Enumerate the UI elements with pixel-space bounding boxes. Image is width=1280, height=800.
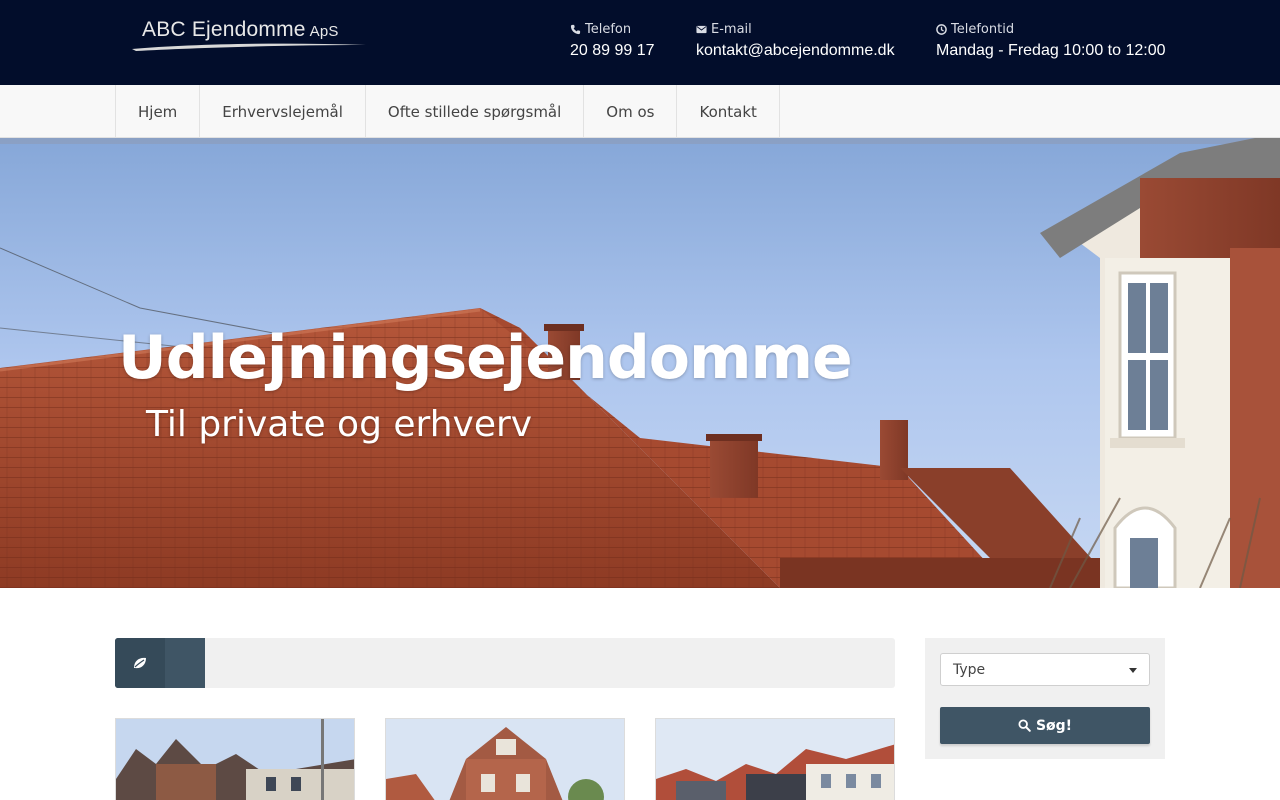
hero-title: Udlejningsejendomme	[118, 323, 853, 393]
property-image	[656, 719, 894, 800]
type-select-value: Type	[953, 661, 986, 678]
nav-item-faq[interactable]: Ofte stillede spørgsmål	[366, 85, 585, 138]
property-card[interactable]	[655, 718, 895, 800]
nav-item-hjem[interactable]: Hjem	[116, 85, 201, 138]
property-image	[116, 719, 354, 800]
hero-subtitle: Til private og erhverv	[146, 404, 533, 445]
main-navbar: Hjem Erhvervslejemål Ofte stillede spørg…	[0, 85, 1280, 138]
contact-phone: Telefon 20 89 99 17	[570, 20, 655, 60]
envelope-icon	[696, 25, 707, 33]
brand-logo[interactable]: ABC Ejendomme ApS	[130, 18, 370, 54]
top-header: ABC Ejendomme ApS Telefon 20 89 99 17 E-m…	[0, 0, 1280, 85]
search-button-label: Søg!	[1035, 717, 1073, 734]
hours-label: Telefontid	[951, 21, 1015, 37]
brand-logo-text: ABC Ejendomme ApS	[142, 18, 339, 41]
nav-item-om-os[interactable]: Om os	[584, 85, 678, 138]
phone-icon	[570, 24, 581, 34]
email-value[interactable]: kontakt@abcejendomme.dk	[696, 42, 895, 60]
listing-filter-bar	[115, 638, 895, 688]
phone-value[interactable]: 20 89 99 17	[570, 42, 655, 60]
logo-swoosh-icon	[132, 43, 366, 51]
hero-banner: Udlejningsejendomme Til private og erhve…	[0, 138, 1280, 588]
email-label: E-mail	[711, 21, 752, 37]
property-card[interactable]	[385, 718, 625, 800]
nav-item-kontakt[interactable]: Kontakt	[677, 85, 780, 138]
nav-item-erhvervslejemal[interactable]: Erhvervslejemål	[200, 85, 366, 138]
property-card[interactable]	[115, 718, 355, 800]
leaf-icon	[134, 657, 146, 669]
property-image	[386, 719, 624, 800]
main-nav: Hjem Erhvervslejemål Ofte stillede spørg…	[115, 85, 780, 138]
clock-icon	[936, 23, 947, 35]
phone-label: Telefon	[585, 21, 632, 37]
search-button[interactable]: Søg!	[940, 707, 1150, 744]
hours-value: Mandag - Fredag 10:00 to 12:00	[936, 42, 1166, 59]
filter-tag-icon-box[interactable]	[115, 638, 165, 688]
type-select[interactable]: Type	[940, 653, 1150, 686]
search-icon	[1018, 719, 1031, 732]
contact-email: E-mail kontakt@abcejendomme.dk	[696, 20, 895, 60]
search-sidebar: Type Søg!	[925, 638, 1165, 759]
contact-hours: Telefontid Mandag - Fredag 10:00 to 12:0…	[936, 20, 1166, 60]
caret-down-icon	[1129, 668, 1137, 673]
